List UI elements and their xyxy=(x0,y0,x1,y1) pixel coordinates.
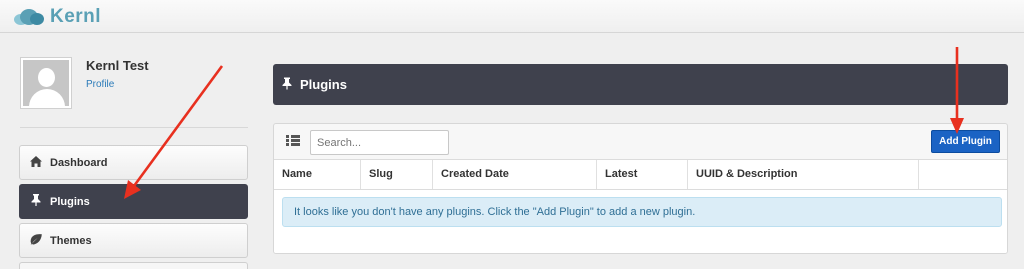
annotation-arrow-add-plugin xyxy=(950,47,964,134)
annotation-arrows xyxy=(124,47,964,199)
annotation-arrow-plugins xyxy=(124,65,224,199)
